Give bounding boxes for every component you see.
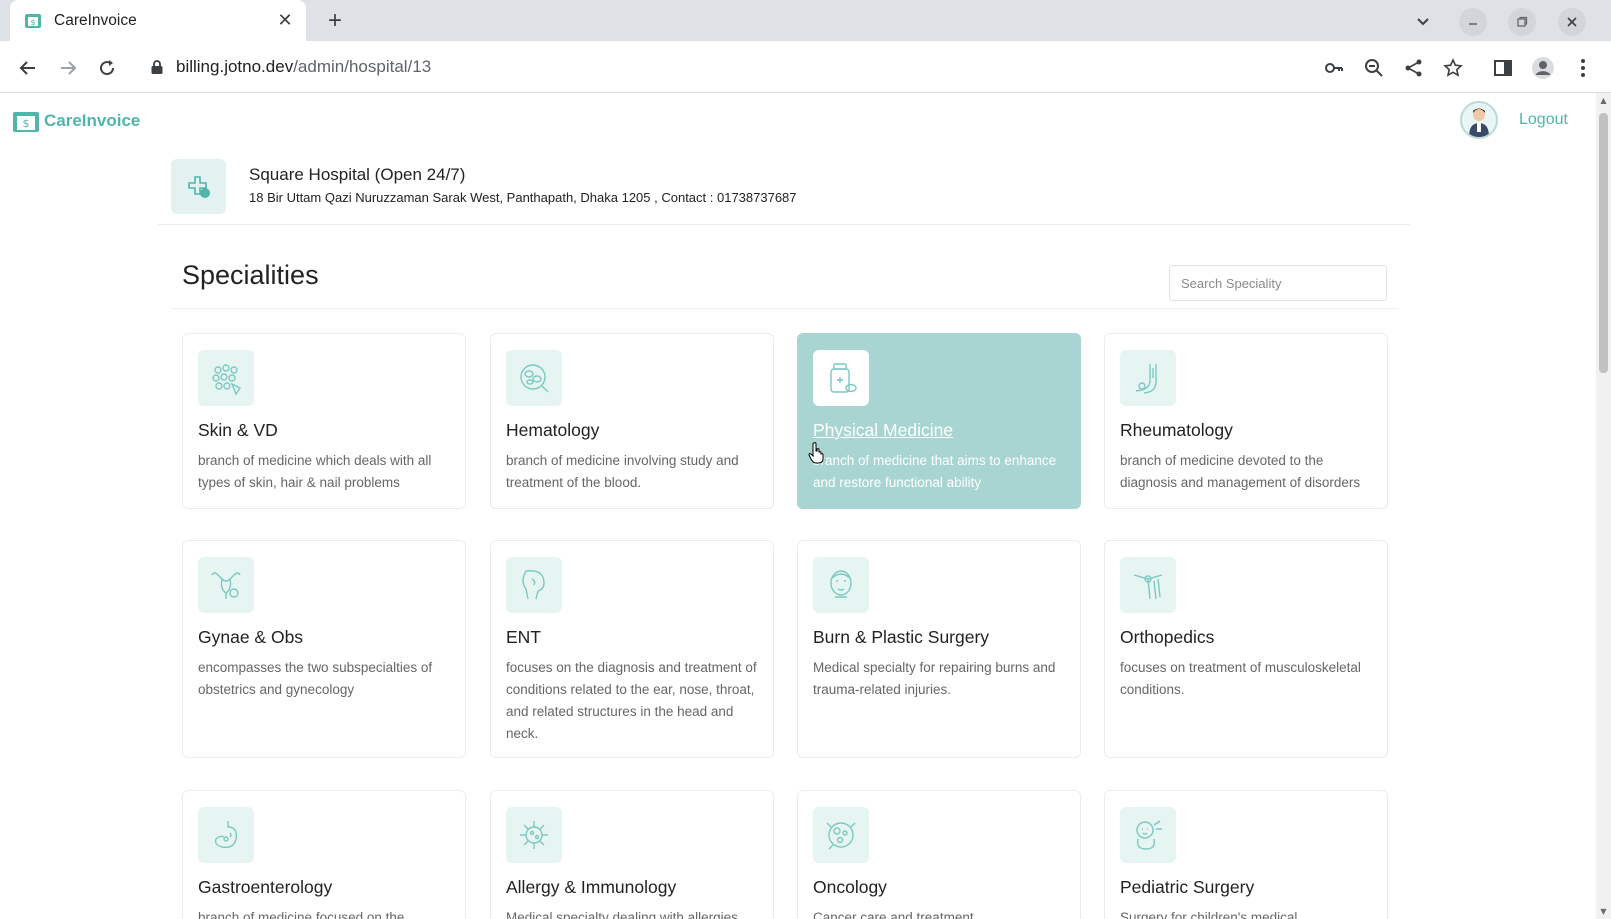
avatar-person-icon bbox=[1469, 108, 1489, 137]
joint-icon bbox=[1120, 350, 1176, 406]
speciality-card-ent[interactable]: ENT focuses on the diagnosis and treatme… bbox=[490, 540, 774, 758]
speciality-description: branch of medicine focused on the bbox=[198, 910, 405, 919]
browser-tabstrip: $ CareInvoice ✕ + bbox=[0, 0, 1611, 41]
speciality-description: encompasses the two subspecialties of ob… bbox=[198, 660, 433, 697]
minimize-icon[interactable] bbox=[1459, 8, 1487, 36]
speciality-card-skin-vd[interactable]: Skin & VD branch of medicine which deals… bbox=[182, 333, 466, 509]
speciality-name: Oncology bbox=[813, 877, 887, 897]
tab-title: CareInvoice bbox=[54, 11, 137, 29]
hospital-icon bbox=[171, 159, 226, 214]
speciality-card-orthopedics[interactable]: Orthopedics focuses on treatment of musc… bbox=[1104, 540, 1388, 758]
url-host: billing.jotno.dev bbox=[176, 57, 294, 76]
speciality-name: Orthopedics bbox=[1120, 627, 1215, 647]
browser-toolbar: billing.jotno.dev/admin/hospital/13 bbox=[0, 41, 1611, 93]
speciality-card-pediatric-surgery[interactable]: Pediatric Surgery Surgery for children's… bbox=[1104, 790, 1388, 919]
url-path: /admin/hospital/13 bbox=[293, 57, 432, 76]
blood-cells-icon bbox=[506, 350, 562, 406]
speciality-card-gynae-obs[interactable]: Gynae & Obs encompasses the two subspeci… bbox=[182, 540, 466, 758]
lock-icon bbox=[151, 60, 163, 74]
speciality-name: Burn & Plastic Surgery bbox=[813, 627, 990, 647]
tumor-cell-icon bbox=[813, 807, 869, 863]
tab-close-icon[interactable]: ✕ bbox=[274, 10, 296, 32]
face-icon bbox=[813, 557, 869, 613]
scroll-up-arrow-icon[interactable]: ▲ bbox=[1599, 96, 1608, 105]
password-key-icon[interactable] bbox=[1321, 55, 1347, 81]
kebab-menu-icon[interactable] bbox=[1570, 55, 1596, 81]
skin-cells-icon bbox=[198, 350, 254, 406]
restore-icon[interactable] bbox=[1508, 8, 1536, 36]
speciality-description: Surgery for children's medical bbox=[1120, 910, 1298, 919]
speciality-description: branch of medicine involving study and t… bbox=[506, 453, 739, 490]
close-window-icon[interactable] bbox=[1558, 8, 1586, 36]
invoice-favicon-icon: $ bbox=[25, 13, 41, 28]
specialities-title: Specialities bbox=[182, 260, 319, 290]
new-tab-button[interactable]: + bbox=[322, 7, 348, 34]
app-logo[interactable]: $ CareInvoice bbox=[12, 109, 140, 133]
search-speciality-input[interactable] bbox=[1169, 265, 1387, 301]
speciality-name: ENT bbox=[506, 627, 541, 647]
share-icon[interactable] bbox=[1401, 55, 1427, 81]
speciality-card-gastroenterology[interactable]: Gastroenterology branch of medicine focu… bbox=[182, 790, 466, 919]
stomach-icon bbox=[198, 807, 254, 863]
tab-search-icon[interactable] bbox=[1409, 8, 1437, 36]
logout-link[interactable]: Logout bbox=[1519, 111, 1568, 129]
speciality-description: Medical specialty for repairing burns an… bbox=[813, 660, 1056, 697]
speciality-name: Pediatric Surgery bbox=[1120, 877, 1255, 897]
side-panel-icon[interactable] bbox=[1490, 55, 1516, 81]
reload-icon[interactable] bbox=[94, 55, 120, 81]
speciality-name: Rheumatology bbox=[1120, 420, 1233, 440]
speciality-name: Hematology bbox=[506, 420, 600, 440]
logo-text: CareInvoice bbox=[44, 111, 141, 130]
speciality-name: Gynae & Obs bbox=[198, 627, 304, 647]
speciality-name: Gastroenterology bbox=[198, 877, 333, 897]
speciality-description: focuses on the diagnosis and treatment o… bbox=[506, 660, 757, 741]
address-bar[interactable]: billing.jotno.dev/admin/hospital/13 bbox=[134, 48, 1524, 86]
speciality-description: Medical specialty dealing with allergies bbox=[506, 910, 738, 919]
speciality-description: Cancer care and treatment bbox=[813, 910, 974, 919]
back-icon[interactable] bbox=[15, 55, 41, 81]
hospital-header: Square Hospital (Open 24/7) 18 Bir Uttam… bbox=[158, 149, 1410, 225]
speciality-name: Allergy & Immunology bbox=[506, 877, 677, 897]
scroll-down-arrow-icon[interactable]: ▼ bbox=[1599, 907, 1608, 916]
forward-icon[interactable] bbox=[55, 55, 81, 81]
scroll-thumb[interactable] bbox=[1599, 113, 1608, 373]
medicine-bottle-icon bbox=[813, 350, 869, 406]
speciality-description: branch of medicine that aims to enhance … bbox=[813, 453, 1057, 490]
svg-text:$: $ bbox=[30, 18, 35, 27]
virus-icon bbox=[506, 807, 562, 863]
svg-text:$: $ bbox=[23, 117, 30, 130]
profile-icon[interactable] bbox=[1530, 55, 1556, 81]
speciality-card-oncology[interactable]: Oncology Cancer care and treatment bbox=[797, 790, 1081, 919]
speciality-card-burn-plastic-surgery[interactable]: Burn & Plastic Surgery Medical specialty… bbox=[797, 540, 1081, 758]
speciality-description: branch of medicine which deals with all … bbox=[198, 453, 432, 490]
browser-tab-active[interactable]: $ CareInvoice ✕ bbox=[10, 0, 306, 41]
hand-cursor-icon bbox=[808, 442, 824, 464]
speciality-card-rheumatology[interactable]: Rheumatology branch of medicine devoted … bbox=[1104, 333, 1388, 509]
invoice-logo-icon: $ bbox=[13, 112, 39, 132]
user-avatar[interactable] bbox=[1460, 101, 1498, 139]
uterus-icon bbox=[198, 557, 254, 613]
section-divider bbox=[172, 308, 1398, 309]
bone-joint-icon bbox=[1120, 557, 1176, 613]
page-content: $ CareInvoice Logout Square Hospital (Op… bbox=[0, 93, 1596, 919]
hospital-address: 18 Bir Uttam Qazi Nuruzzaman Sarak West,… bbox=[249, 190, 797, 205]
speciality-description: focuses on treatment of musculoskeletal … bbox=[1120, 660, 1361, 697]
speciality-description: branch of medicine devoted to the diagno… bbox=[1120, 453, 1361, 490]
bookmark-star-icon[interactable] bbox=[1440, 55, 1466, 81]
hospital-name: Square Hospital (Open 24/7) bbox=[249, 165, 466, 184]
speciality-name: Skin & VD bbox=[198, 420, 278, 440]
page-scrollbar[interactable]: ▲ ▼ bbox=[1596, 93, 1611, 919]
speciality-name: Physical Medicine bbox=[813, 420, 954, 440]
speciality-card-allergy-immunology[interactable]: Allergy & Immunology Medical specialty d… bbox=[490, 790, 774, 919]
speciality-card-physical-medicine[interactable]: Physical Medicine branch of medicine tha… bbox=[797, 333, 1081, 509]
baby-icon bbox=[1120, 807, 1176, 863]
zoom-out-icon[interactable] bbox=[1361, 55, 1387, 81]
speciality-card-hematology[interactable]: Hematology branch of medicine involving … bbox=[490, 333, 774, 509]
ear-nose-throat-icon bbox=[506, 557, 562, 613]
